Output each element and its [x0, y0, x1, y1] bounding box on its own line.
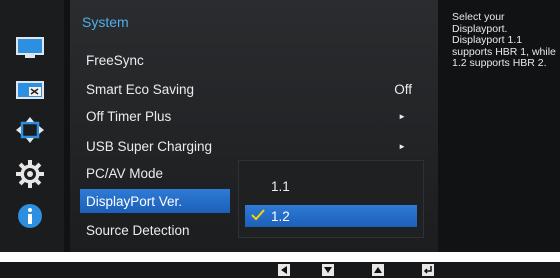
menu-item-label: PC/AV Mode: [86, 165, 164, 181]
menu-item-displayport-ver[interactable]: DisplayPort Ver.: [80, 189, 230, 213]
displayport-version-popup: 1.1 1.2: [238, 160, 424, 238]
chevron-right-icon: ►: [398, 141, 406, 151]
option-label: 1.2: [271, 208, 290, 224]
chevron-right-icon: ►: [398, 111, 406, 121]
menu-item-label: USB Super Charging: [86, 138, 213, 154]
position-arrows-icon[interactable]: [14, 116, 46, 144]
menu-item-label: Off Timer Plus: [86, 108, 172, 124]
menu-item-label: DisplayPort Ver.: [86, 193, 183, 209]
help-panel: Select your Displayport. Displayport 1.1…: [444, 0, 560, 252]
menu-item-label: Smart Eco Saving: [86, 81, 195, 97]
left-arrow-key-icon[interactable]: [278, 264, 290, 276]
help-text: Select your Displayport. Displayport 1.1…: [452, 11, 556, 69]
info-icon[interactable]: [14, 202, 46, 230]
menu-category-rail: [0, 0, 64, 252]
menu-item-label: FreeSync: [86, 52, 144, 68]
up-arrow-key-icon[interactable]: [372, 264, 384, 276]
menu-item-usb-super-charging[interactable]: USB Super Charging ►: [80, 134, 426, 158]
option-1-1[interactable]: 1.1: [245, 175, 417, 197]
menu-item-label: Source Detection: [86, 222, 190, 238]
option-label: 1.1: [271, 178, 290, 194]
onscreen-display-icon[interactable]: [14, 76, 46, 104]
enter-key-icon[interactable]: [422, 264, 434, 276]
menu-item-smart-eco-saving[interactable]: Smart Eco Saving Off: [80, 77, 426, 101]
osd-window: System FreeSync Smart Eco Saving Off Off…: [0, 0, 560, 252]
checkmark-icon: [251, 208, 265, 225]
menu-item-off-timer-plus[interactable]: Off Timer Plus ►: [80, 104, 426, 128]
down-arrow-key-icon[interactable]: [322, 264, 334, 276]
key-guide-bar: [0, 262, 560, 278]
option-1-2[interactable]: 1.2: [245, 205, 417, 227]
gear-icon[interactable]: [14, 160, 46, 188]
menu-item-freesync[interactable]: FreeSync: [80, 48, 426, 72]
menu-title: System: [82, 14, 129, 30]
menu-item-value: Off: [394, 81, 412, 97]
picture-icon[interactable]: [14, 34, 46, 62]
